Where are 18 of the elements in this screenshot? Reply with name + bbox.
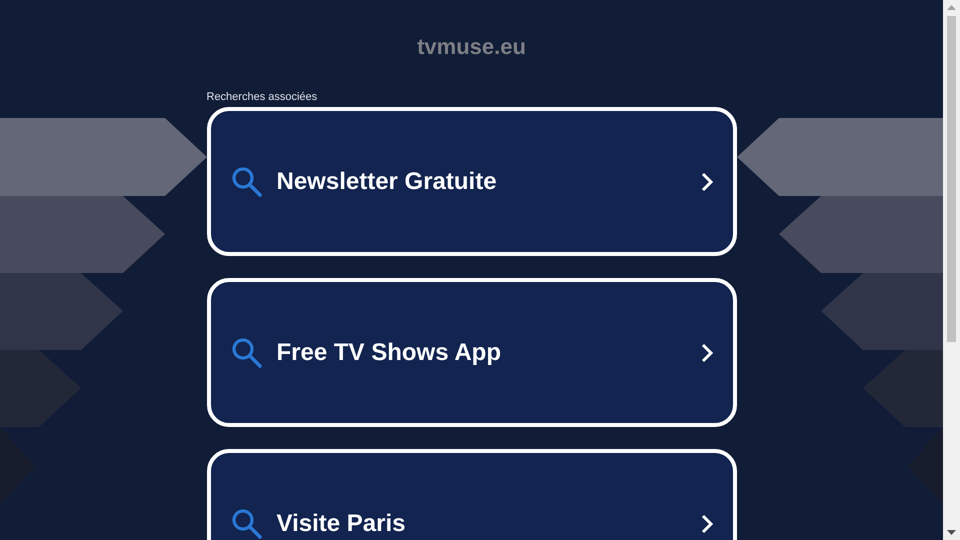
search-icon bbox=[230, 336, 262, 368]
search-icon bbox=[230, 166, 262, 198]
scrollbar[interactable] bbox=[943, 0, 960, 540]
section-label: Recherches associées bbox=[206, 90, 318, 104]
search-link-card[interactable]: Free TV Shows App bbox=[206, 278, 736, 427]
search-link-card[interactable]: Visite Paris bbox=[206, 449, 736, 540]
site-title: tvmuse.eu bbox=[417, 33, 526, 61]
scroll-up-icon[interactable] bbox=[947, 5, 956, 10]
chevron-right-icon bbox=[700, 514, 712, 534]
chevron-right-icon bbox=[700, 172, 712, 192]
search-link-card[interactable]: Newsletter Gratuite bbox=[206, 107, 736, 256]
scroll-down-icon[interactable] bbox=[947, 530, 956, 535]
search-icon bbox=[230, 508, 262, 540]
scrollbar-thumb[interactable] bbox=[947, 16, 956, 342]
search-term: Free TV Shows App bbox=[276, 338, 502, 368]
chevron-right-icon bbox=[700, 342, 712, 362]
search-term: Newsletter Gratuite bbox=[276, 166, 498, 196]
search-term: Visite Paris bbox=[276, 508, 406, 538]
